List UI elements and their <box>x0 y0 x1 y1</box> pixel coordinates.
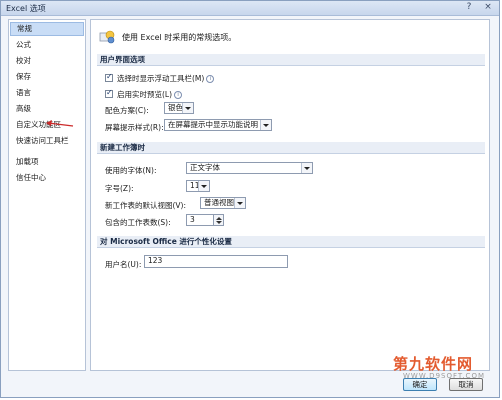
chevron-down-icon <box>198 181 209 191</box>
chevron-down-icon <box>301 163 312 173</box>
default-view-value: 普通视图 <box>204 198 234 207</box>
default-view-select[interactable]: 普通视图 <box>200 197 246 209</box>
close-button[interactable]: × <box>480 2 496 13</box>
title-bar: Excel 选项 ? × <box>1 1 499 16</box>
username-input[interactable]: 123 <box>144 255 288 268</box>
section-ui-options: 用户界面选项 <box>97 54 485 66</box>
sidebar-item-formulas[interactable]: 公式 <box>10 38 84 52</box>
sidebar-item-advanced[interactable]: 高级 <box>10 102 84 116</box>
sidebar-item-trust-center[interactable]: 信任中心 <box>10 171 84 185</box>
info-icon: i <box>174 91 183 99</box>
chevron-down-icon <box>260 120 271 130</box>
section-personalize: 对 Microsoft Office 进行个性化设置 <box>97 236 485 248</box>
username-label: 用户名(U): <box>105 260 142 269</box>
live-preview-label: 启用实时预览(L) i <box>117 89 183 100</box>
chevron-down-icon <box>182 103 193 113</box>
section-new-workbook: 新建工作簿时 <box>97 142 485 154</box>
options-sidebar: 常规 公式 校对 保存 语言 高级 自定义功能区 快速访问工具栏 加载项 信任中… <box>8 19 86 371</box>
page-description: 使用 Excel 时采用的常规选项。 <box>122 33 237 42</box>
info-icon: i <box>206 75 215 83</box>
screentip-style-select[interactable]: 在屏幕提示中显示功能说明 <box>164 119 272 131</box>
screentip-style-value: 在屏幕提示中显示功能说明 <box>168 120 258 129</box>
font-size-label: 字号(Z): <box>105 184 134 193</box>
mini-toolbar-label: 选择时显示浮动工具栏(M) i <box>117 73 215 84</box>
sidebar-item-proofing[interactable]: 校对 <box>10 54 84 68</box>
live-preview-checkbox[interactable] <box>105 88 113 98</box>
sidebar-item-save[interactable]: 保存 <box>10 70 84 84</box>
sidebar-item-general[interactable]: 常规 <box>10 22 84 36</box>
sheet-count-label: 包含的工作表数(S): <box>105 218 171 227</box>
sidebar-item-language[interactable]: 语言 <box>10 86 84 100</box>
help-button[interactable]: ? <box>461 2 477 13</box>
window-title: Excel 选项 <box>6 4 46 13</box>
watermark-main-text: 第九软件网 <box>393 355 474 373</box>
site-watermark: 第九软件网 WWW.D9SOFT.COM <box>393 353 499 385</box>
mini-toolbar-checkbox[interactable] <box>105 72 113 82</box>
annotation-arrow-icon <box>46 120 74 127</box>
general-options-icon <box>99 30 115 44</box>
excel-options-dialog: Excel 选项 ? × 常规 公式 校对 保存 语言 高级 自定义功能区 快速… <box>0 0 500 398</box>
screentip-style-label: 屏幕提示样式(R): <box>105 123 164 132</box>
sidebar-item-add-ins[interactable]: 加载项 <box>10 155 84 169</box>
default-font-select[interactable]: 正文字体 <box>186 162 313 174</box>
color-scheme-value: 银色 <box>168 103 183 112</box>
default-font-value: 正文字体 <box>190 163 220 172</box>
default-view-label: 新工作表的默认视图(V): <box>105 201 187 210</box>
general-options-panel: 使用 Excel 时采用的常规选项。 用户界面选项 选择时显示浮动工具栏(M)i… <box>90 19 490 371</box>
font-label: 使用的字体(N): <box>105 166 157 175</box>
sheet-count-input[interactable]: 3 <box>186 214 214 226</box>
sheet-count-stepper[interactable] <box>214 214 224 226</box>
watermark-url-text: WWW.D9SOFT.COM <box>403 372 485 380</box>
sidebar-item-quick-access-toolbar[interactable]: 快速访问工具栏 <box>10 134 84 148</box>
chevron-down-icon <box>234 198 245 208</box>
color-scheme-label: 配色方案(C): <box>105 106 149 115</box>
color-scheme-select[interactable]: 银色 <box>164 102 194 114</box>
font-size-select[interactable]: 11 <box>186 180 210 192</box>
